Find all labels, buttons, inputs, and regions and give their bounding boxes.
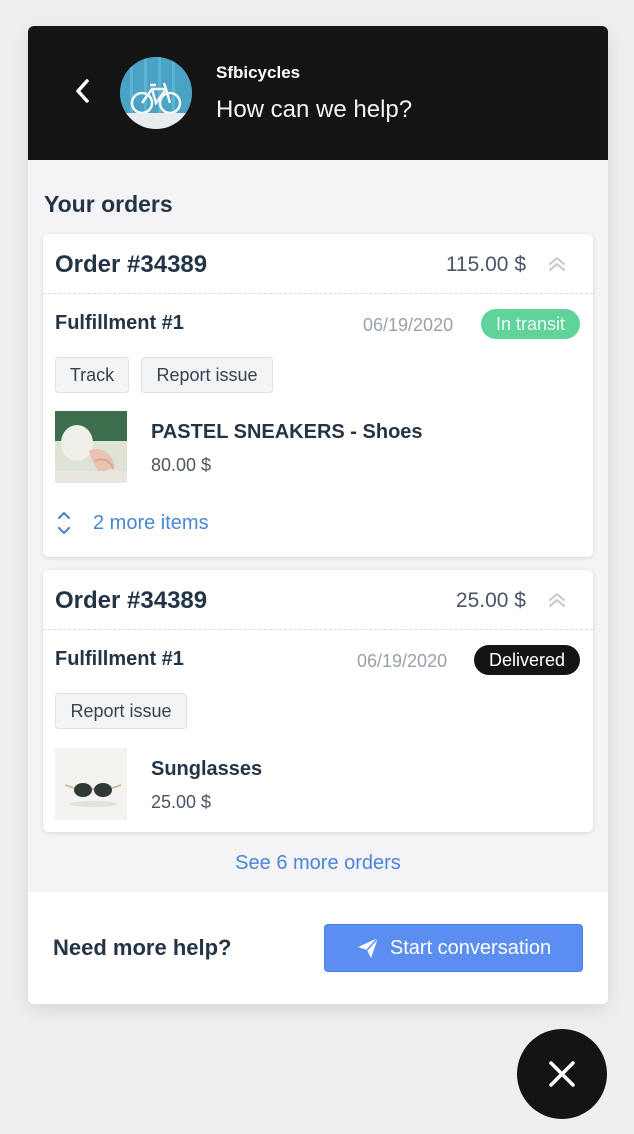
more-items-label: 2 more items	[93, 511, 209, 534]
shop-name: Sfbicycles	[216, 63, 301, 82]
start-conversation-label: Start conversation	[389, 936, 552, 959]
status-badge: In transit	[481, 309, 580, 339]
start-conversation-button[interactable]: Start conversation	[324, 924, 583, 972]
fulfillment-date: 06/19/2020	[357, 651, 448, 671]
back-button[interactable]	[66, 74, 100, 108]
chevrons-up-icon	[549, 593, 565, 607]
order-card: Order #34389 115.00 $ Fulfillment #1 06/…	[43, 234, 593, 557]
item-price: 80.00 $	[151, 455, 212, 475]
expand-icon	[57, 511, 71, 535]
paper-plane-icon	[357, 937, 379, 958]
item-price: 25.00 $	[151, 792, 212, 812]
fulfillment-title: Fulfillment #1	[55, 312, 184, 334]
track-button[interactable]: Track	[55, 357, 129, 393]
fulfillment-title: Fulfillment #1	[55, 648, 184, 670]
order-card: Order #34389 25.00 $ Fulfillment #1 06/1…	[43, 570, 593, 832]
more-items-toggle[interactable]: 2 more items	[55, 508, 209, 538]
help-widget: Sfbicycles How can we help? Your orders …	[28, 26, 608, 1004]
order-number: Order #34389	[55, 587, 208, 614]
item-name: Sunglasses	[151, 758, 263, 780]
see-more-orders-link[interactable]: See 6 more orders	[28, 852, 608, 875]
chevron-left-icon	[76, 79, 89, 103]
collapse-order-button[interactable]	[547, 254, 567, 274]
item-name: PASTEL SNEAKERS - Shoes	[151, 421, 423, 443]
shop-avatar	[120, 57, 192, 129]
order-number: Order #34389	[55, 251, 208, 278]
item-thumbnail	[55, 411, 127, 483]
order-header: Order #34389 25.00 $	[43, 570, 593, 630]
order-total: 25.00 $	[455, 589, 526, 612]
chevrons-up-icon	[549, 257, 565, 271]
order-total: 115.00 $	[445, 253, 526, 276]
need-help-text: Need more help?	[53, 935, 232, 960]
order-header: Order #34389 115.00 $	[43, 234, 593, 294]
orders-title: Your orders	[44, 191, 173, 217]
widget-header: Sfbicycles How can we help?	[28, 26, 608, 160]
item-thumbnail	[55, 748, 127, 820]
status-badge: Delivered	[474, 645, 580, 675]
help-footer: Need more help? Start conversation	[28, 892, 608, 1004]
help-heading: How can we help?	[216, 96, 413, 123]
report-issue-button[interactable]: Report issue	[55, 693, 187, 729]
close-widget-button[interactable]	[517, 1029, 607, 1119]
collapse-order-button[interactable]	[547, 590, 567, 610]
close-icon	[549, 1061, 575, 1087]
fulfillment-date: 06/19/2020	[363, 315, 454, 335]
report-issue-button[interactable]: Report issue	[141, 357, 273, 393]
